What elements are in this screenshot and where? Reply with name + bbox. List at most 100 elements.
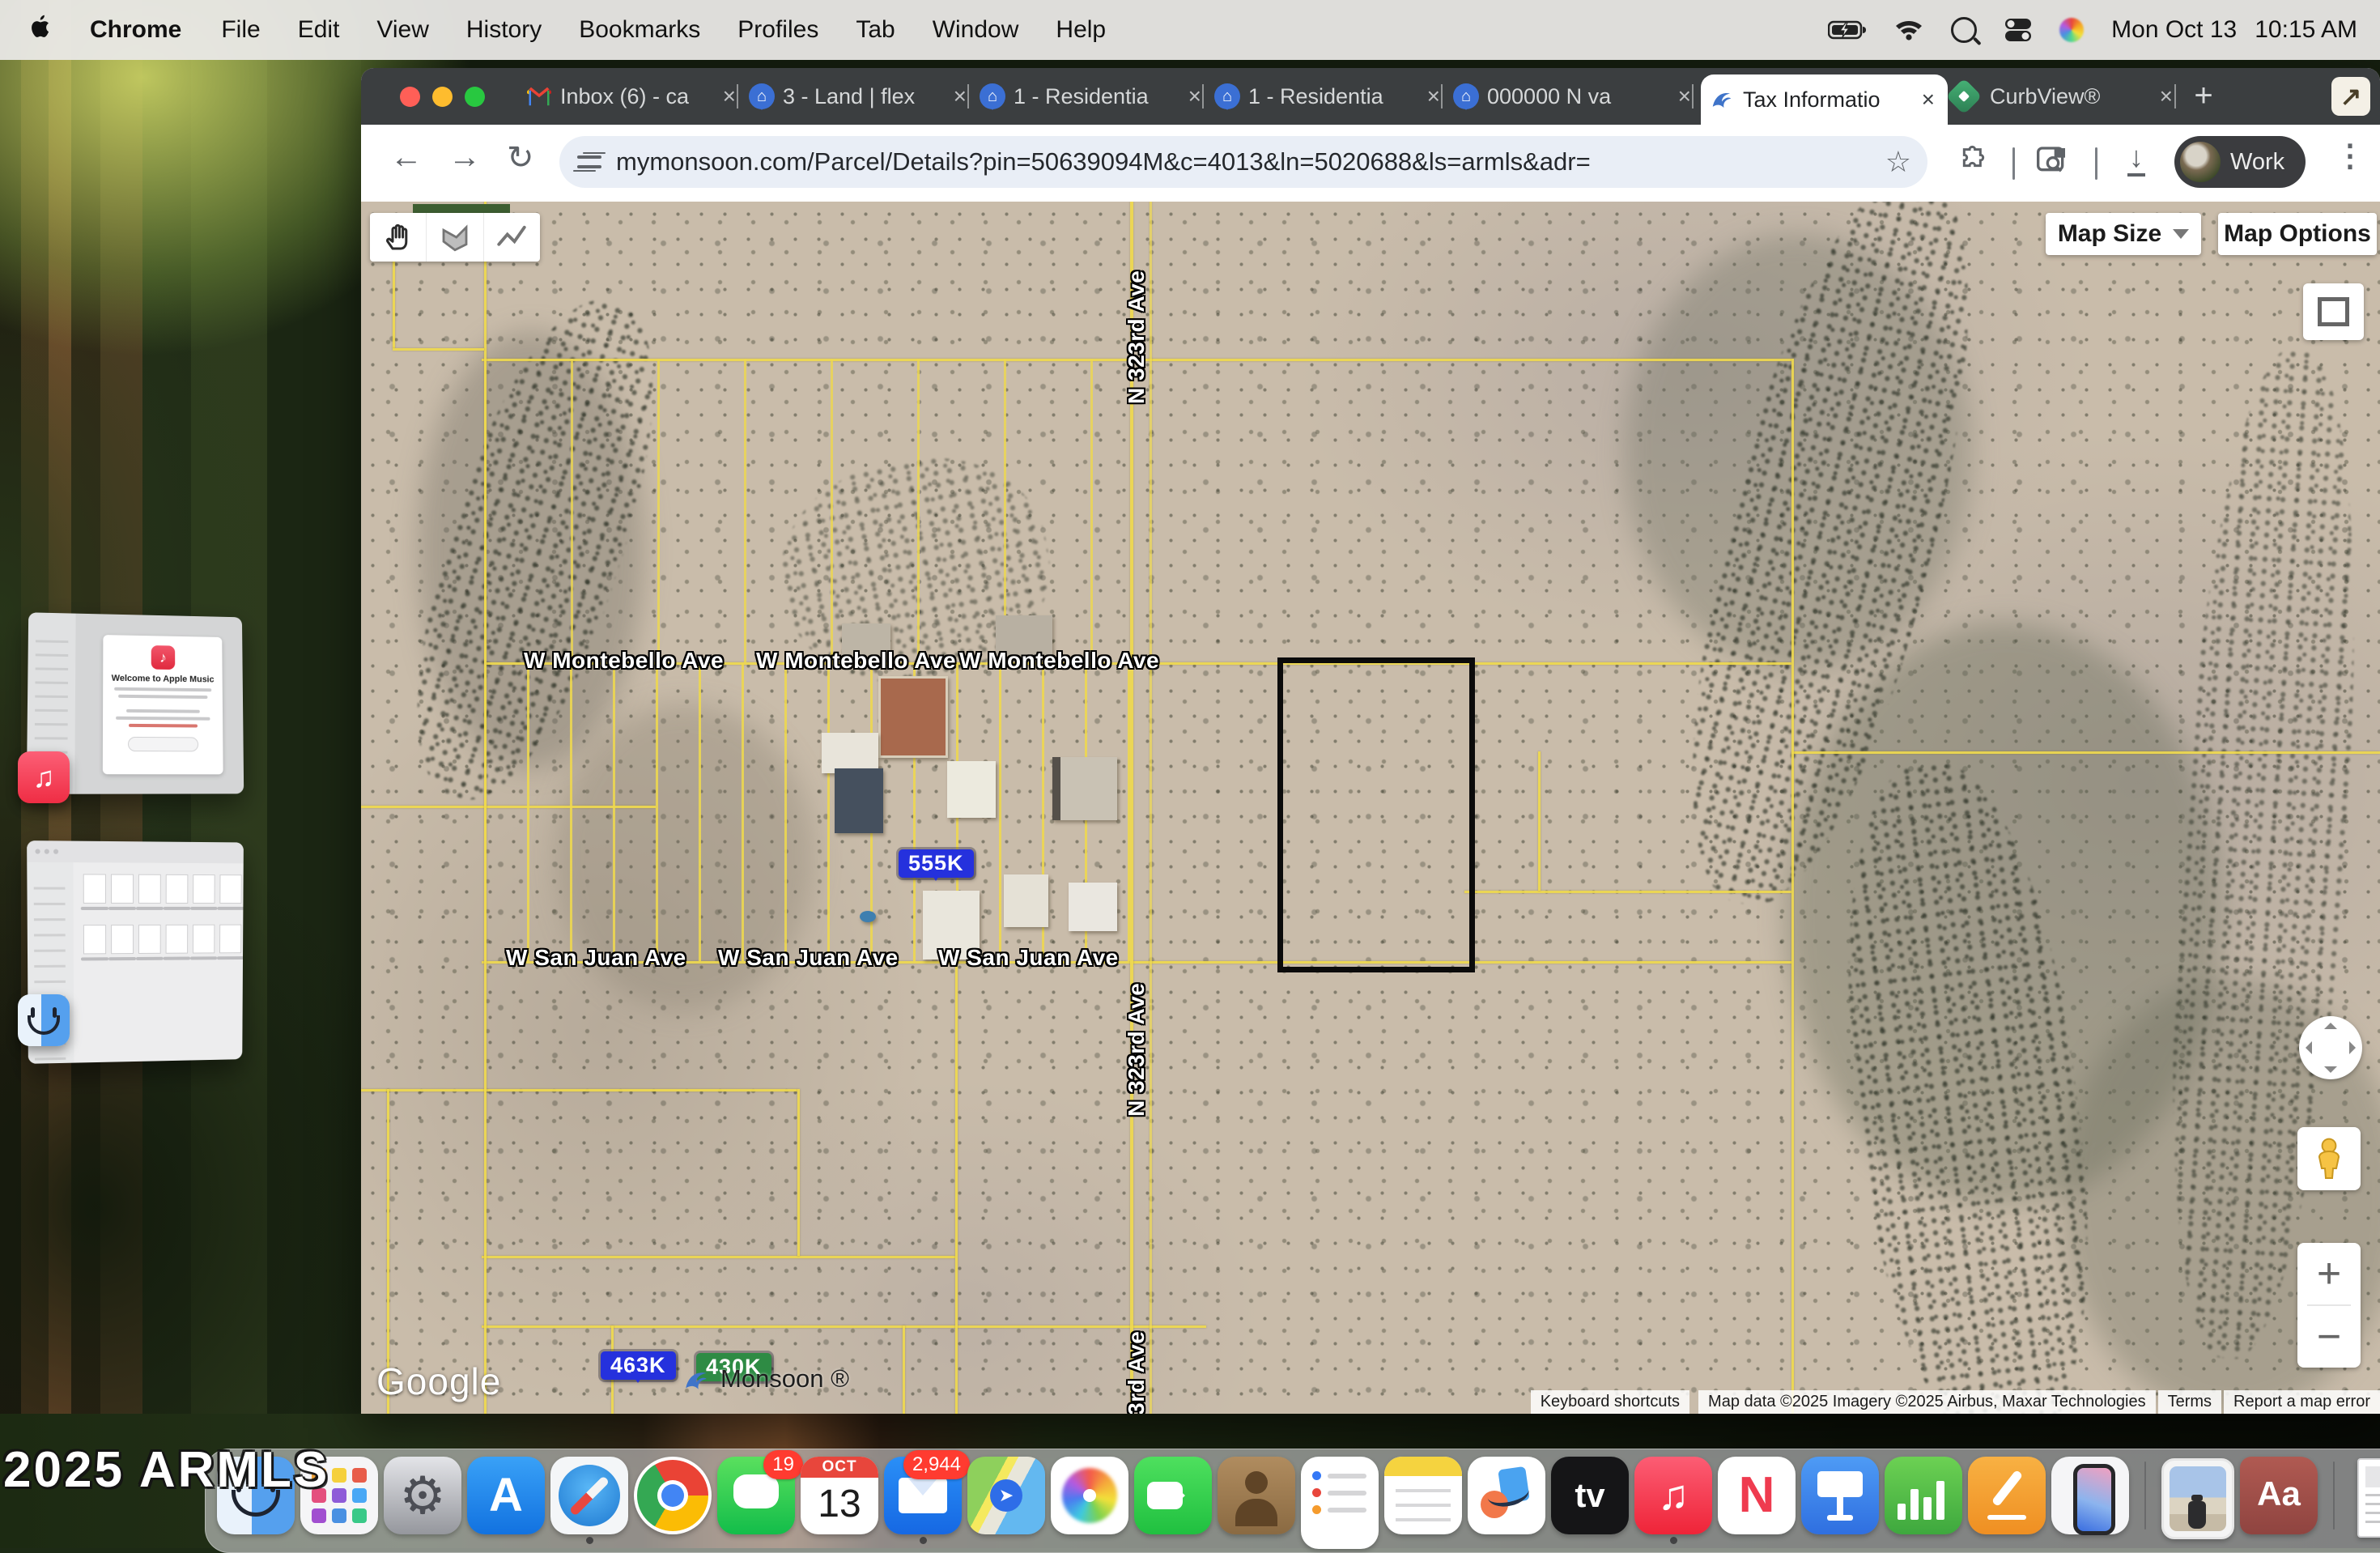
pan-down-icon[interactable]	[2324, 1066, 2337, 1073]
zoom-out-button[interactable]: −	[2297, 1306, 2361, 1368]
parcel-map[interactable]: W Montebello Ave W Montebello Ave W Mont…	[361, 202, 2380, 1414]
dock-music[interactable]: ♫	[1634, 1457, 1712, 1534]
dock-numbers[interactable]	[1885, 1457, 1962, 1534]
tab-close-icon[interactable]: ×	[1917, 87, 1940, 113]
dock-dictionary[interactable]: Aa	[2240, 1457, 2318, 1534]
tab-land-search[interactable]: ⌂ 3 - Land | flex ×	[741, 68, 980, 125]
dock-maps[interactable]: ➤	[967, 1457, 1045, 1534]
browser-toolbar: ← → ↻ mymonsoon.com/Parcel/Details?pin=5…	[361, 125, 2380, 202]
siri-icon[interactable]	[2059, 18, 2084, 42]
dock-news[interactable]: N	[1718, 1457, 1796, 1534]
polygon-tool-button[interactable]	[427, 213, 483, 262]
map-size-button[interactable]: Map Size	[2046, 213, 2201, 255]
parcel-line	[903, 1325, 905, 1414]
control-center-icon[interactable]	[2004, 18, 2032, 42]
forward-button[interactable]: →	[448, 139, 481, 176]
pan-control[interactable]	[2299, 1016, 2362, 1079]
dock-notes[interactable]	[1384, 1457, 1462, 1534]
dock-chrome[interactable]	[634, 1457, 712, 1534]
dock-iphone-mirroring[interactable]	[2051, 1457, 2129, 1534]
menu-bookmarks[interactable]: Bookmarks	[560, 16, 719, 44]
street-label-san-juan: W San Juan Ave	[938, 945, 1119, 971]
map-options-button[interactable]: Map Options	[2218, 213, 2377, 255]
music-app-badge-icon[interactable]: ♫	[18, 751, 70, 803]
pan-left-icon[interactable]	[2306, 1041, 2312, 1054]
dock-contacts[interactable]	[1218, 1457, 1295, 1534]
site-settings-icon[interactable]	[577, 150, 601, 174]
close-window-button[interactable]	[400, 87, 420, 107]
tab-parcel-listing[interactable]: ⌂ 000000 N va ×	[1445, 68, 1704, 125]
zoom-window-button[interactable]	[465, 87, 485, 107]
menu-time[interactable]: 10:15 AM	[2255, 16, 2357, 44]
window-corner-arrow-icon[interactable]: ↗	[2331, 77, 2370, 116]
dock-calendar[interactable]: OCT 13	[801, 1457, 878, 1534]
selected-parcel-outline[interactable]	[1277, 657, 1475, 972]
dock-system-settings[interactable]: ⚙	[384, 1457, 461, 1534]
battery-icon[interactable]	[1828, 20, 1867, 40]
url-text[interactable]: mymonsoon.com/Parcel/Details?pin=5063909…	[616, 147, 1869, 177]
street-view-pegman-button[interactable]	[2297, 1127, 2361, 1190]
menu-view[interactable]: View	[358, 16, 447, 44]
zoom-in-button[interactable]: +	[2297, 1243, 2361, 1304]
profile-button[interactable]: Work	[2174, 136, 2306, 188]
menu-profiles[interactable]: Profiles	[719, 16, 837, 44]
menu-help[interactable]: Help	[1037, 16, 1124, 44]
dock-reminders[interactable]	[1301, 1457, 1379, 1549]
google-logo[interactable]: Google	[376, 1359, 501, 1403]
polyline-tool-button[interactable]	[484, 213, 540, 262]
menu-file[interactable]: File	[202, 16, 278, 44]
menu-date[interactable]: Mon Oct 13	[2111, 16, 2237, 44]
menu-history[interactable]: History	[448, 16, 560, 44]
text-line	[118, 695, 207, 699]
tab-residential-1[interactable]: ⌂ 1 - Residentia ×	[971, 68, 1214, 125]
monsoon-logo: Monsoon ®	[680, 1364, 849, 1393]
menu-app-name[interactable]: Chrome	[69, 16, 202, 44]
dock-mail[interactable]: 2,944	[884, 1457, 962, 1534]
dock-document-stack[interactable]	[2357, 1458, 2380, 1538]
parcel-line	[1538, 751, 1541, 891]
dock-keynote[interactable]	[1801, 1457, 1879, 1534]
extensions-puzzle-icon[interactable]	[1957, 144, 1990, 181]
dock-photos[interactable]	[1051, 1457, 1128, 1534]
chrome-menu-icon[interactable]: ⋮	[2335, 138, 2365, 174]
dock-app-store[interactable]: A	[467, 1457, 545, 1534]
spotlight-search-icon[interactable]	[1951, 17, 1977, 43]
tab-inbox[interactable]: Inbox (6) - ca ×	[518, 68, 749, 125]
dock-preview-stack[interactable]	[2161, 1458, 2234, 1539]
report-map-error-link[interactable]: Report a map error	[2224, 1390, 2380, 1414]
pan-up-icon[interactable]	[2324, 1023, 2337, 1029]
dock-freeform[interactable]	[1468, 1457, 1545, 1534]
price-marker-463k[interactable]: 463K	[601, 1351, 676, 1380]
pan-right-icon[interactable]	[2349, 1041, 2356, 1054]
finder-app-badge-icon[interactable]	[18, 994, 70, 1046]
bookmark-star-icon[interactable]: ☆	[1885, 145, 1911, 179]
new-tab-button[interactable]: +	[2186, 81, 2221, 113]
dock-messages[interactable]: 19	[717, 1457, 795, 1534]
lens-search-icon[interactable]	[2035, 144, 2071, 181]
tab-tax-information-active[interactable]: Tax Informatio ×	[1701, 74, 1948, 125]
dock-pages[interactable]	[1968, 1457, 2046, 1534]
profile-label: Work	[2230, 149, 2284, 176]
wifi-icon[interactable]	[1894, 19, 1923, 41]
keyboard-shortcuts-link[interactable]: Keyboard shortcuts	[1531, 1390, 1689, 1414]
terms-link[interactable]: Terms	[2158, 1390, 2221, 1414]
menu-edit[interactable]: Edit	[279, 16, 359, 44]
downloads-icon[interactable]: ↓	[2127, 141, 2145, 177]
price-marker-555k[interactable]: 555K	[899, 849, 974, 878]
pan-hand-tool-button[interactable]	[370, 213, 427, 262]
dock-safari[interactable]	[550, 1457, 628, 1534]
music-get-started-button[interactable]	[128, 737, 198, 751]
apple-menu-icon[interactable]	[0, 15, 69, 45]
tab-curbview[interactable]: CurbView® ×	[1943, 68, 2186, 125]
fullscreen-button[interactable]	[2303, 283, 2364, 340]
dock-facetime[interactable]	[1134, 1457, 1212, 1534]
music-icon: ♪	[151, 645, 176, 670]
address-bar[interactable]: mymonsoon.com/Parcel/Details?pin=5063909…	[559, 136, 1927, 188]
tab-residential-2[interactable]: ⌂ 1 - Residentia ×	[1206, 68, 1453, 125]
menu-window[interactable]: Window	[914, 16, 1038, 44]
dock-apple-tv[interactable]: tv	[1551, 1457, 1629, 1534]
back-button[interactable]: ←	[390, 139, 423, 176]
minimize-window-button[interactable]	[432, 87, 453, 107]
menu-tab[interactable]: Tab	[837, 16, 913, 44]
reload-button[interactable]: ↻	[507, 139, 534, 177]
